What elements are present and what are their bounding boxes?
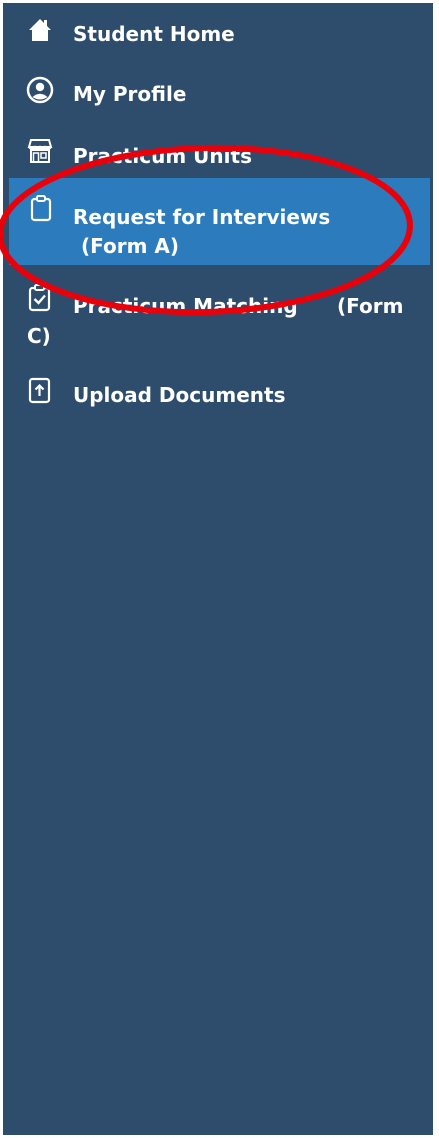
upload-file-icon <box>25 376 55 406</box>
sidebar-item-upload-documents[interactable]: Upload Documents <box>3 376 433 412</box>
page-frame: Student Home My Profile Practicum Units … <box>0 0 439 1138</box>
store-icon <box>25 136 55 166</box>
sidebar-item-label-line2: C) <box>27 324 51 348</box>
user-circle-icon <box>25 75 55 105</box>
sidebar-item-my-profile[interactable]: My Profile <box>3 75 433 111</box>
sidebar-item-label: Request for Interviews <box>73 205 331 229</box>
sidebar-item-label: My Profile <box>73 82 187 106</box>
sidebar-item-student-home[interactable]: Student Home <box>3 17 433 51</box>
sidebar-item-label-form: (Form <box>337 294 404 318</box>
sidebar-item-label: Student Home <box>73 22 235 46</box>
sidebar-item-request-for-interviews[interactable]: Request for Interviews (Form A) <box>9 178 430 265</box>
student-sidebar: Student Home My Profile Practicum Units … <box>3 3 433 1135</box>
sidebar-item-practicum-matching[interactable]: Practicum Matching (Form C) <box>3 283 433 353</box>
sidebar-item-label-line2: (Form A) <box>81 234 180 258</box>
home-icon <box>25 15 55 45</box>
sidebar-item-label: Upload Documents <box>73 383 286 407</box>
clipboard-check-icon <box>25 283 55 313</box>
sidebar-item-label: Practicum Units <box>73 144 252 168</box>
sidebar-item-practicum-units[interactable]: Practicum Units <box>3 136 433 172</box>
clipboard-icon <box>26 193 56 223</box>
sidebar-item-label: Practicum Matching <box>73 294 298 318</box>
